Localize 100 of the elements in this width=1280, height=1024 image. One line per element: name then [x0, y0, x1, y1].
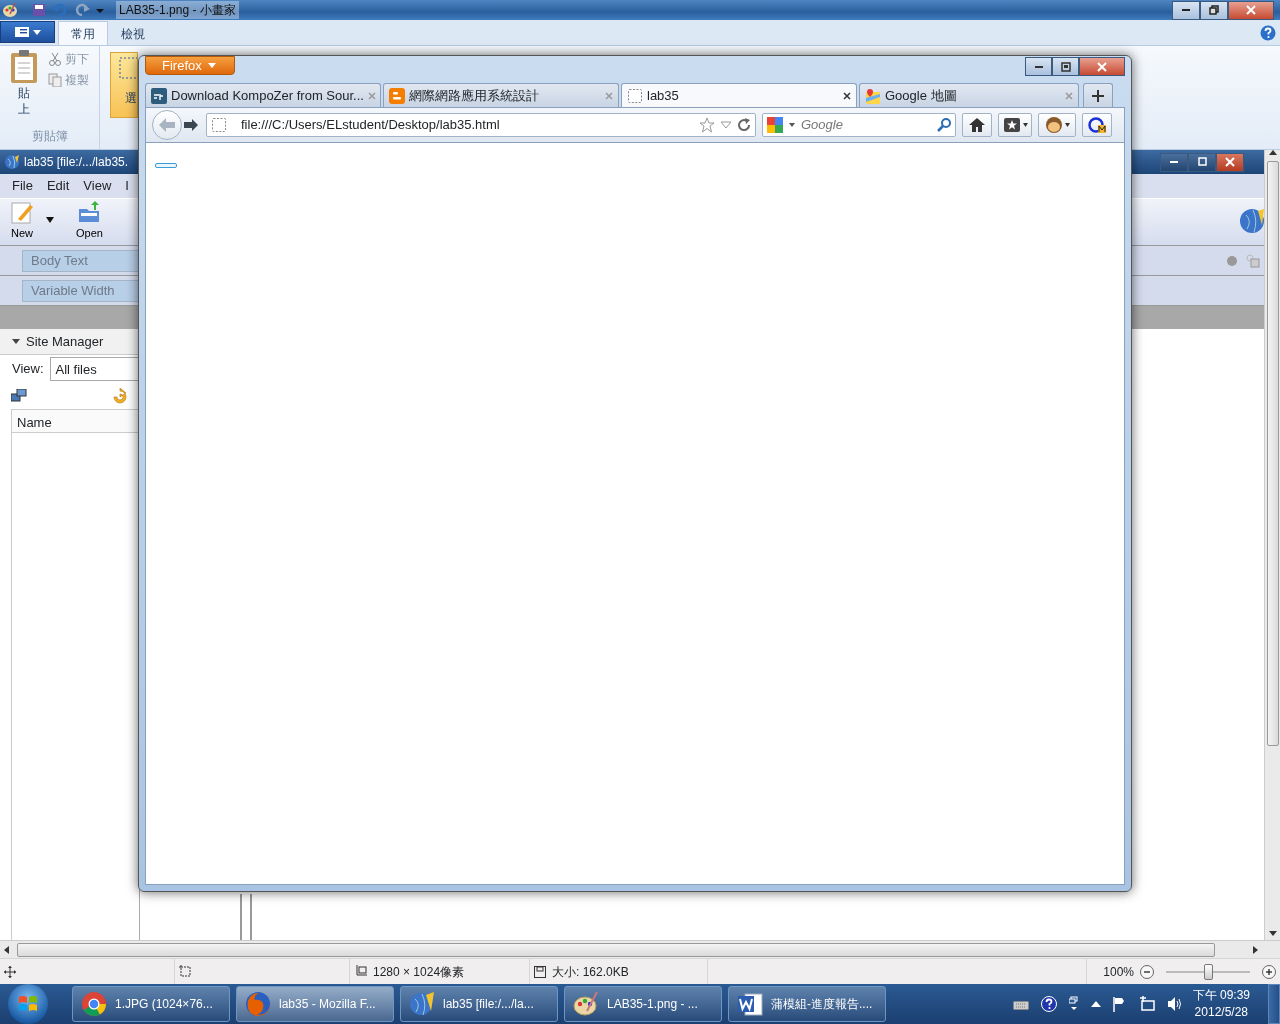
minimize-icon	[1034, 65, 1043, 68]
copy-icon	[48, 73, 62, 87]
column-header[interactable]: Name	[11, 409, 139, 433]
map-pin-icon	[865, 87, 881, 104]
new-tab-button[interactable]	[1083, 83, 1113, 107]
scissors-icon	[48, 52, 62, 66]
bookmarks-button[interactable]	[998, 113, 1032, 137]
restore-button[interactable]	[1052, 57, 1079, 76]
scroll-down-icon[interactable]	[1268, 931, 1277, 936]
menu-item[interactable]: View	[83, 176, 112, 196]
scroll-right-icon[interactable]	[1253, 945, 1258, 954]
taskbar-button[interactable]: lab35 - Mozilla F...	[236, 986, 394, 1022]
minimize-button[interactable]	[1025, 57, 1052, 76]
bookmark-star-icon[interactable]	[699, 117, 715, 133]
browser-tab[interactable]: Google 地圖	[859, 83, 1079, 107]
paint-palette-icon	[573, 991, 599, 1017]
search-field[interactable]: Google	[762, 113, 956, 137]
caret-icon	[207, 63, 216, 68]
scroll-left-icon[interactable]	[4, 945, 9, 954]
speaker-icon[interactable]	[1166, 996, 1183, 1012]
menu-item[interactable]: I	[125, 176, 129, 196]
scrollbar-thumb[interactable]	[17, 942, 1215, 957]
selection-icon	[119, 57, 137, 79]
zoom-level: 100%	[1103, 963, 1134, 981]
restore-button[interactable]	[1188, 152, 1216, 172]
pattern-icon	[1226, 254, 1238, 267]
search-icon[interactable]	[937, 118, 951, 132]
image-dimensions: 1280 × 1024像素	[373, 963, 465, 981]
address-field[interactable]: file:///C:/Users/ELstudent/Desktop/lab35.html	[206, 113, 756, 137]
monkey-addon-button[interactable]	[1038, 113, 1076, 137]
refresh-arrow-icon[interactable]	[111, 388, 129, 404]
empty-form-field[interactable]	[155, 163, 177, 168]
canvas-size-icon	[354, 965, 367, 978]
restore-button[interactable]	[1200, 0, 1228, 20]
shapes-icon	[1246, 253, 1260, 268]
flag-icon[interactable]	[1112, 996, 1127, 1012]
show-hidden-icon[interactable]	[1090, 1001, 1101, 1007]
menu-item[interactable]: File	[12, 176, 33, 196]
app-menu-button[interactable]	[0, 21, 55, 43]
ribbon-tab[interactable]: 常用	[58, 21, 108, 45]
reload-icon[interactable]	[737, 118, 751, 132]
scrollbar-thumb[interactable]	[1266, 161, 1279, 746]
minimize-button[interactable]	[1172, 0, 1200, 20]
caret-icon[interactable]	[789, 123, 795, 127]
taskbar-button[interactable]: 1.JPG (1024×76...	[72, 986, 230, 1022]
taskbar-button[interactable]: 蒲模組-進度報告....	[728, 986, 886, 1022]
globe-icon	[1238, 207, 1264, 235]
keyboard-icon[interactable]	[1012, 998, 1029, 1010]
monkey-face-icon	[1044, 116, 1063, 134]
taskbar-button[interactable]: LAB35-1.png - ...	[564, 986, 722, 1022]
computers-icon[interactable]	[11, 389, 27, 403]
window-title: lab35 [file:/.../lab35.	[24, 154, 129, 171]
redo-icon[interactable]	[74, 3, 90, 17]
clock-date[interactable]: 2012/5/28	[1194, 1004, 1248, 1022]
paste-button[interactable]: 貼上	[6, 50, 42, 118]
home-button[interactable]	[962, 113, 992, 137]
file-size: 大小: 162.0KB	[552, 963, 629, 981]
help-icon[interactable]	[1040, 996, 1057, 1012]
zoom-out-icon[interactable]	[1140, 964, 1154, 979]
select-button[interactable]: 選	[110, 52, 138, 118]
clock-time[interactable]: 下午 09:39	[1192, 986, 1250, 1004]
browser-tab[interactable]: Download KompoZer from Sour...	[145, 83, 381, 107]
save-icon[interactable]	[32, 3, 46, 17]
menu-icon	[14, 27, 29, 37]
new-button[interactable]: New	[10, 200, 34, 241]
close-icon[interactable]	[843, 91, 851, 100]
windows-stack-icon[interactable]	[1068, 996, 1079, 1012]
forward-button[interactable]	[182, 119, 200, 131]
close-button[interactable]	[1228, 0, 1274, 20]
minimize-icon	[1182, 9, 1190, 11]
plus-icon	[1092, 89, 1104, 102]
home-icon	[968, 117, 986, 133]
ribbon-tab[interactable]: 檢視	[108, 21, 158, 45]
addon-button[interactable]	[1082, 113, 1112, 137]
blogger-logo-icon	[389, 87, 405, 104]
dropdown-icon[interactable]	[46, 217, 54, 223]
start-button[interactable]	[8, 984, 48, 1024]
back-arrow-icon	[159, 118, 175, 132]
close-button[interactable]	[1079, 57, 1125, 76]
taskbar-button[interactable]: lab35 [file:/.../la...	[400, 986, 558, 1022]
sf-logo-icon	[151, 87, 167, 104]
close-button[interactable]	[1216, 152, 1244, 172]
network-icon[interactable]	[1138, 996, 1155, 1012]
collapse-icon[interactable]	[12, 339, 20, 344]
browser-tab[interactable]: 網際網路應用系統設計	[383, 83, 619, 107]
minimize-icon	[1170, 161, 1178, 163]
globe-icon	[4, 154, 20, 170]
minimize-button[interactable]	[1160, 152, 1188, 172]
browser-tab[interactable]: lab35	[621, 83, 857, 107]
forward-arrow-icon	[184, 119, 198, 131]
panel-title: Site Manager	[26, 332, 104, 351]
view-label: View:	[12, 360, 44, 379]
blank-page-icon	[211, 117, 227, 133]
caret-icon	[1022, 123, 1028, 127]
open-button[interactable]: Open	[76, 200, 103, 241]
fox-globe-icon	[245, 991, 271, 1017]
zoom-in-icon[interactable]	[1262, 964, 1276, 979]
menu-item[interactable]: Edit	[46, 176, 70, 196]
help-icon[interactable]	[1260, 25, 1276, 41]
zoom-slider-thumb[interactable]	[1204, 963, 1213, 980]
